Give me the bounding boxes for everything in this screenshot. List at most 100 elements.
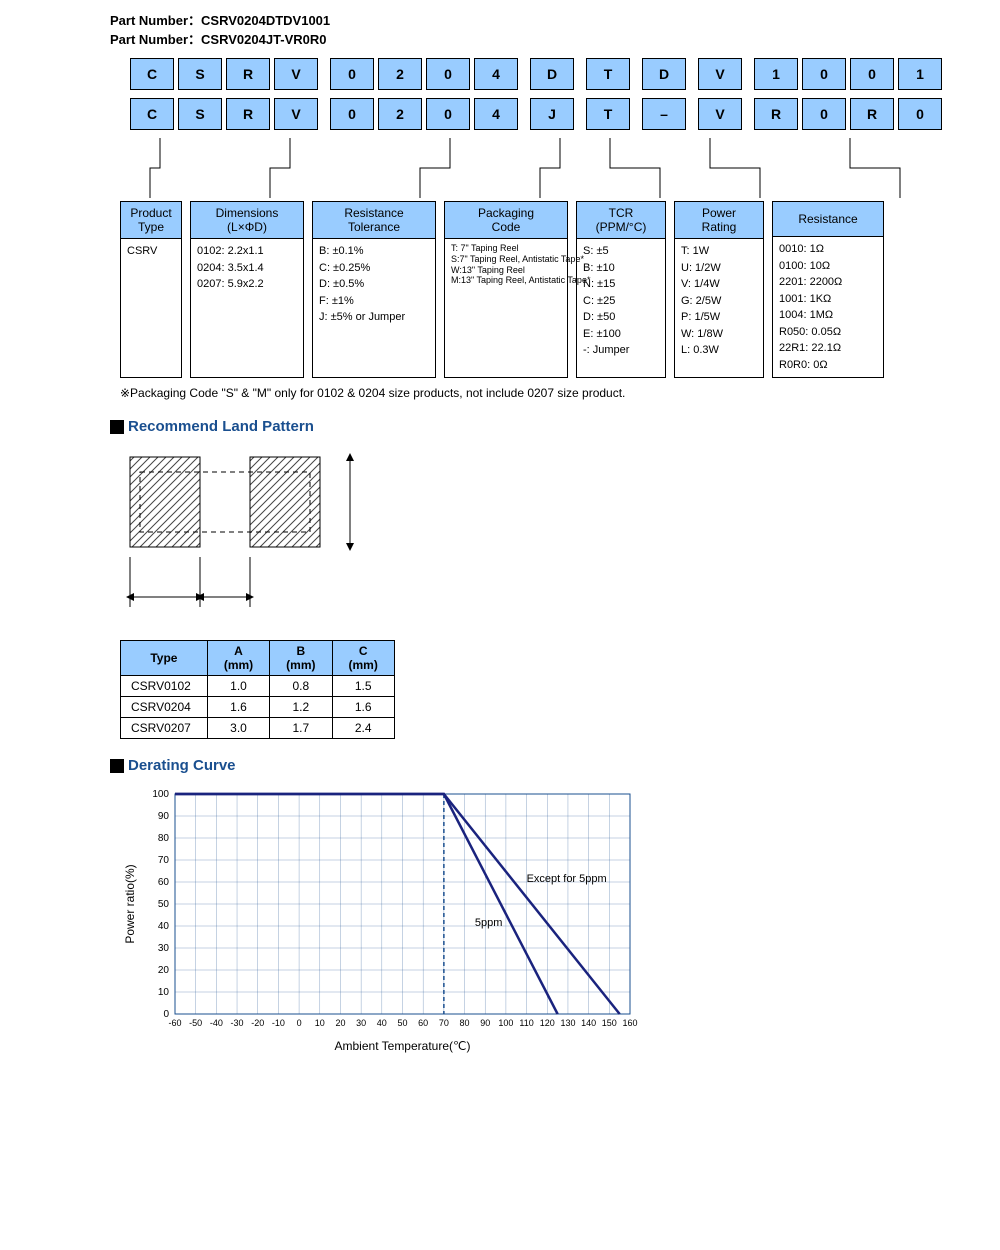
svg-text:50: 50 [397, 1018, 407, 1028]
land-pattern-diagram [120, 447, 380, 627]
svg-text:100: 100 [152, 789, 169, 800]
svg-text:40: 40 [377, 1018, 387, 1028]
land-table-header: B (mm) [270, 641, 332, 676]
svg-text:30: 30 [158, 943, 170, 954]
svg-text:80: 80 [460, 1018, 470, 1028]
svg-text:Power ratio(%): Power ratio(%) [123, 864, 137, 943]
code-cell: R [226, 58, 270, 90]
code-cell: C [130, 58, 174, 90]
code-cell: V [698, 98, 742, 130]
land-table-header: Type [121, 641, 208, 676]
explain-line: D: ±50 [583, 309, 659, 326]
explain-line: T: 1W [681, 243, 757, 260]
code-cell: 0 [426, 58, 470, 90]
box-dimensions: Dimensions (L×ΦD) 0102: 2.2x1.10204: 3.5… [190, 201, 304, 378]
bullet-icon [110, 420, 124, 434]
explain-line: C: ±0.25% [319, 260, 429, 277]
code-cell: R [226, 98, 270, 130]
explain-line: E: ±100 [583, 326, 659, 343]
svg-text:140: 140 [581, 1018, 596, 1028]
part-number-2: Part Number：CSRV0204JT-VR0R0 [110, 29, 980, 48]
table-cell: CSRV0102 [121, 676, 208, 697]
box-packaging: Packaging Code T: 7" Taping ReelS:7" Tap… [444, 201, 568, 378]
explain-line: V: 1/4W [681, 276, 757, 293]
explain-line: 0100: 10Ω [779, 258, 877, 275]
svg-text:90: 90 [158, 811, 170, 822]
table-cell: 1.6 [207, 697, 269, 718]
connector-lines [120, 138, 990, 198]
explain-line: 0207: 5.9x2.2 [197, 276, 297, 293]
explain-line: S:7" Taping Reel, Antistatic Tape* [451, 254, 561, 265]
code-cell: J [530, 98, 574, 130]
code-cell: 4 [474, 58, 518, 90]
svg-text:120: 120 [540, 1018, 555, 1028]
table-cell: 1.5 [332, 676, 394, 697]
svg-text:Ambient Temperature(℃): Ambient Temperature(℃) [335, 1039, 471, 1053]
svg-text:20: 20 [335, 1018, 345, 1028]
packaging-note: ※Packaging Code "S" & "M" only for 0102 … [120, 386, 980, 400]
explain-line: C: ±25 [583, 293, 659, 310]
code-cell: 2 [378, 58, 422, 90]
svg-text:5ppm: 5ppm [475, 917, 503, 929]
code-cell: 1 [754, 58, 798, 90]
part-number-1: Part Number：CSRV0204DTDV1001 [110, 10, 980, 29]
explain-line: W:13" Taping Reel [451, 265, 561, 276]
land-pattern-table: TypeA (mm)B (mm)C (mm) CSRV01021.00.81.5… [120, 640, 395, 739]
code-cell: V [274, 58, 318, 90]
svg-text:0: 0 [163, 1009, 169, 1020]
section-derating: Derating Curve [110, 757, 980, 774]
svg-text:-40: -40 [210, 1018, 223, 1028]
table-cell: CSRV0207 [121, 718, 208, 739]
code-cell: S [178, 58, 222, 90]
code-cell: 4 [474, 98, 518, 130]
explain-line: B: ±0.1% [319, 243, 429, 260]
explain-line: J: ±5% or Jumper [319, 309, 429, 326]
explain-line: 2201: 2200Ω [779, 274, 877, 291]
svg-text:150: 150 [602, 1018, 617, 1028]
code-cell: R [850, 98, 894, 130]
code-cell: 1 [898, 58, 942, 90]
explain-line: -: Jumper [583, 342, 659, 359]
svg-text:10: 10 [315, 1018, 325, 1028]
svg-text:130: 130 [560, 1018, 575, 1028]
svg-text:60: 60 [158, 877, 170, 888]
code-cell: R [754, 98, 798, 130]
table-row: CSRV01021.00.81.5 [121, 676, 395, 697]
svg-text:-20: -20 [251, 1018, 264, 1028]
explain-line: 1001: 1KΩ [779, 291, 877, 308]
table-cell: 1.2 [270, 697, 332, 718]
part-code-grid: CSRV0204DTDV1001 CSRV0204JT–VR0R0 [130, 58, 980, 130]
code-cell: 2 [378, 98, 422, 130]
code-cell: 0 [330, 98, 374, 130]
code-cell: D [530, 58, 574, 90]
svg-text:70: 70 [439, 1018, 449, 1028]
svg-text:-60: -60 [168, 1018, 181, 1028]
explain-line: 1004: 1MΩ [779, 307, 877, 324]
table-cell: 1.0 [207, 676, 269, 697]
box-tolerance: Resistance Tolerance B: ±0.1%C: ±0.25%D:… [312, 201, 436, 378]
code-row-1: CSRV0204DTDV1001 [130, 58, 980, 90]
svg-text:160: 160 [622, 1018, 637, 1028]
svg-text:110: 110 [519, 1018, 533, 1028]
code-cell: 0 [802, 58, 846, 90]
table-cell: 1.6 [332, 697, 394, 718]
box-resistance: Resistance 0010: 1Ω0100: 10Ω2201: 2200Ω1… [772, 201, 884, 378]
code-cell: C [130, 98, 174, 130]
land-table-header: C (mm) [332, 641, 394, 676]
explain-line: 0204: 3.5x1.4 [197, 260, 297, 277]
code-row-2: CSRV0204JT–VR0R0 [130, 98, 980, 130]
explain-line: R050: 0.05Ω [779, 324, 877, 341]
svg-text:50: 50 [158, 899, 170, 910]
svg-text:-10: -10 [272, 1018, 285, 1028]
bullet-icon [110, 759, 124, 773]
explain-line: F: ±1% [319, 293, 429, 310]
table-cell: CSRV0204 [121, 697, 208, 718]
explain-line: CSRV [127, 243, 175, 260]
explain-line: G: 2/5W [681, 293, 757, 310]
code-cell: 0 [802, 98, 846, 130]
code-cell: 0 [898, 98, 942, 130]
code-cell: 0 [330, 58, 374, 90]
svg-text:100: 100 [498, 1018, 513, 1028]
svg-text:80: 80 [158, 833, 170, 844]
code-cell: D [642, 58, 686, 90]
